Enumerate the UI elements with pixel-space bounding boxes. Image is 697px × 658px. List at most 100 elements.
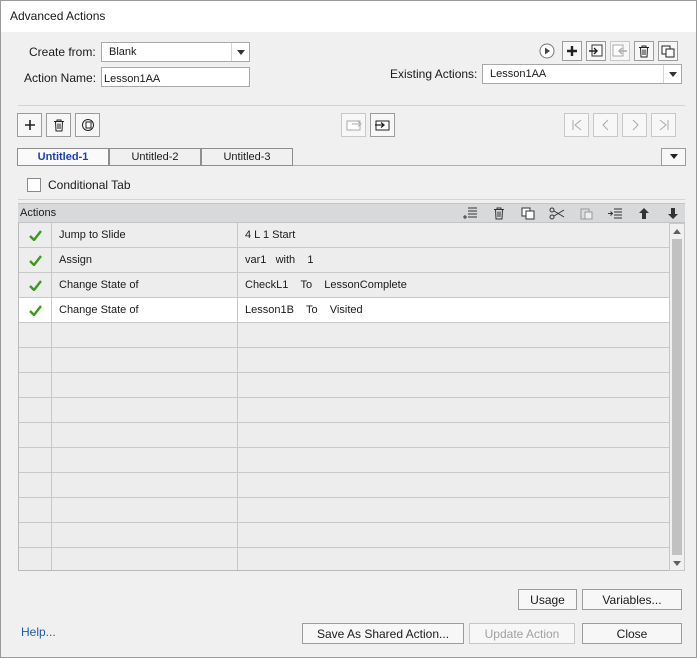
empty-row[interactable] — [19, 523, 669, 548]
create-from-dropdown[interactable]: Blank — [101, 42, 250, 62]
variables-button[interactable]: Variables... — [582, 589, 682, 610]
close-button[interactable]: Close — [582, 623, 682, 644]
action-cell[interactable]: Change State of — [52, 273, 238, 297]
enabled-cell[interactable] — [19, 423, 52, 447]
action-cell[interactable]: Assign — [52, 248, 238, 272]
delete-action-button[interactable] — [634, 41, 654, 61]
detail-cell[interactable] — [238, 398, 669, 422]
action-row[interactable]: Change State of CheckL1 To LessonComplete — [19, 273, 669, 298]
duplicate-action-button[interactable] — [658, 41, 678, 61]
chevron-down-icon[interactable] — [663, 65, 681, 83]
action-cell[interactable] — [52, 348, 238, 372]
action-row[interactable]: Assign var1 with 1 — [19, 248, 669, 273]
action-cell[interactable] — [52, 423, 238, 447]
cut-icon[interactable] — [549, 206, 565, 220]
first-tab-button[interactable] — [564, 113, 589, 137]
duplicate-tab-button[interactable] — [75, 113, 100, 137]
action-cell[interactable] — [52, 448, 238, 472]
add-tab-button[interactable] — [17, 113, 42, 137]
detail-cell[interactable] — [238, 473, 669, 497]
detail-cell[interactable]: var1 with 1 — [238, 248, 669, 272]
update-action-button[interactable]: Update Action — [469, 623, 575, 644]
empty-row[interactable] — [19, 498, 669, 523]
action-cell[interactable] — [52, 498, 238, 522]
action-cell[interactable] — [52, 523, 238, 547]
existing-actions-dropdown[interactable]: Lesson1AA — [482, 64, 682, 84]
scroll-up-icon[interactable] — [670, 224, 684, 238]
enabled-cell[interactable] — [19, 398, 52, 422]
insert-action-icon[interactable] — [462, 206, 478, 220]
next-tab-button[interactable] — [622, 113, 647, 137]
usage-button[interactable]: Usage — [518, 589, 577, 610]
save-as-shared-action-button[interactable]: Save As Shared Action... — [302, 623, 464, 644]
empty-row[interactable] — [19, 448, 669, 473]
enabled-cell[interactable] — [19, 298, 52, 322]
enabled-cell[interactable] — [19, 323, 52, 347]
enabled-cell[interactable] — [19, 498, 52, 522]
action-row[interactable]: Jump to Slide 4 L 1 Start — [19, 223, 669, 248]
move-up-icon[interactable] — [636, 206, 652, 220]
enabled-cell[interactable] — [19, 548, 52, 570]
action-row[interactable]: Change State of Lesson1B To Visited — [19, 298, 669, 323]
scroll-thumb[interactable] — [672, 239, 682, 555]
action-cell[interactable]: Change State of — [52, 298, 238, 322]
action-cell[interactable] — [52, 323, 238, 347]
delete-tab-button[interactable] — [46, 113, 71, 137]
tab-menu-button[interactable] — [661, 148, 686, 166]
detail-cell[interactable] — [238, 498, 669, 522]
chevron-down-icon[interactable] — [231, 43, 249, 61]
last-tab-button[interactable] — [651, 113, 676, 137]
empty-row[interactable] — [19, 548, 669, 570]
tab-untitled-1[interactable]: Untitled-1 — [17, 148, 109, 166]
enabled-cell[interactable] — [19, 473, 52, 497]
empty-row[interactable] — [19, 373, 669, 398]
action-cell[interactable] — [52, 373, 238, 397]
help-link[interactable]: Help... — [21, 625, 56, 639]
action-cell[interactable] — [52, 548, 238, 570]
empty-row[interactable] — [19, 473, 669, 498]
action-cell[interactable]: Jump to Slide — [52, 223, 238, 247]
enabled-cell[interactable] — [19, 348, 52, 372]
enabled-cell[interactable] — [19, 223, 52, 247]
export-action-button[interactable] — [610, 41, 630, 61]
detail-cell[interactable] — [238, 348, 669, 372]
detail-cell[interactable] — [238, 523, 669, 547]
detail-cell[interactable]: CheckL1 To LessonComplete — [238, 273, 669, 297]
previous-tab-button[interactable] — [593, 113, 618, 137]
empty-row[interactable] — [19, 323, 669, 348]
action-cell[interactable] — [52, 398, 238, 422]
trash-icon[interactable] — [491, 206, 507, 220]
empty-row[interactable] — [19, 348, 669, 373]
detail-cell[interactable] — [238, 323, 669, 347]
copy-icon[interactable] — [520, 206, 536, 220]
empty-row[interactable] — [19, 398, 669, 423]
enabled-cell[interactable] — [19, 448, 52, 472]
add-action-button[interactable] — [562, 41, 582, 61]
enabled-cell[interactable] — [19, 248, 52, 272]
import-tab-button[interactable] — [370, 113, 395, 137]
vertical-scrollbar[interactable] — [669, 223, 685, 571]
detail-cell[interactable] — [238, 548, 669, 570]
enabled-cell[interactable] — [19, 523, 52, 547]
detail-cell[interactable] — [238, 373, 669, 397]
scroll-down-icon[interactable] — [670, 556, 684, 570]
empty-row[interactable] — [19, 423, 669, 448]
move-down-icon[interactable] — [665, 206, 681, 220]
tab-untitled-2[interactable]: Untitled-2 — [109, 148, 201, 166]
import-icon — [589, 44, 603, 57]
tab-untitled-3[interactable]: Untitled-3 — [201, 148, 293, 166]
import-action-button[interactable] — [586, 41, 606, 61]
export-tab-button[interactable] — [341, 113, 366, 137]
detail-cell[interactable] — [238, 423, 669, 447]
conditional-tab-checkbox[interactable] — [27, 178, 41, 192]
detail-cell[interactable]: Lesson1B To Visited — [238, 298, 669, 322]
action-cell[interactable] — [52, 473, 238, 497]
enabled-cell[interactable] — [19, 273, 52, 297]
preview-play-icon[interactable] — [539, 43, 555, 59]
action-name-input[interactable] — [101, 67, 250, 87]
indent-icon[interactable] — [607, 206, 623, 220]
enabled-cell[interactable] — [19, 373, 52, 397]
detail-cell[interactable] — [238, 448, 669, 472]
paste-icon[interactable] — [578, 206, 594, 220]
detail-cell[interactable]: 4 L 1 Start — [238, 223, 669, 247]
